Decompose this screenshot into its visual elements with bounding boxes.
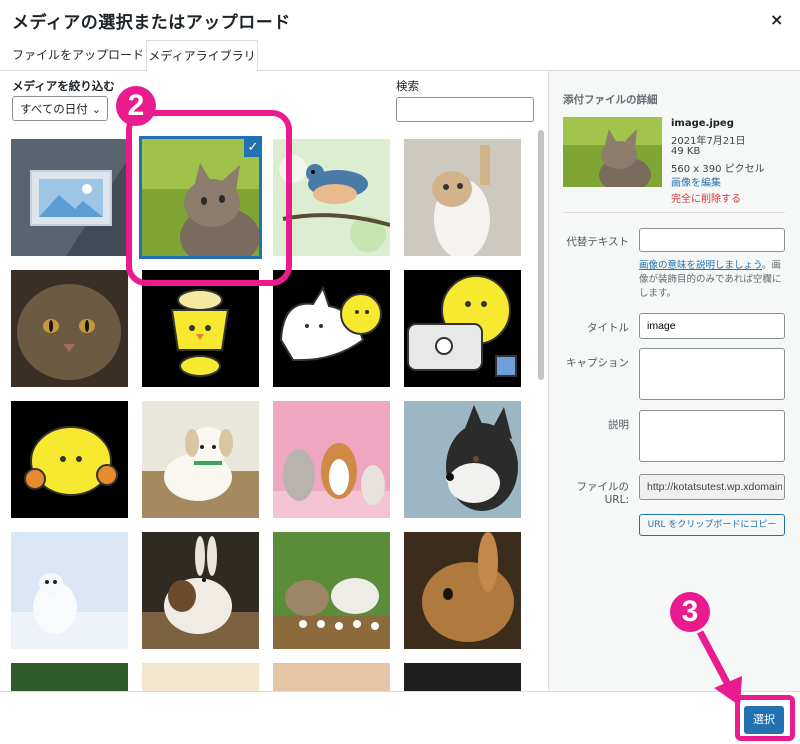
file-url-label-line1: ファイルの [576,481,630,493]
filter-label: メディアを絞り込む [12,79,115,93]
brown-rabbit-thumbnail-image [404,532,521,649]
edit-image-link[interactable]: 画像を編集 [671,174,721,189]
details-size: 49 KB [671,146,701,157]
description-label: 説明 [608,419,629,431]
media-item-kitten[interactable] [404,139,521,256]
dialog-title: メディアの選択またはアップロード [12,13,291,33]
date-filter-select[interactable]: すべての日付 ⌄ [12,96,108,121]
details-filename: image.jpeg [671,118,734,129]
step2-badge: 2 [116,86,156,126]
arctic-fox-thumbnail-image [11,532,128,649]
media-item-brown-rabbit[interactable] [404,532,521,649]
dialog-footer [0,691,800,744]
media-item-partial-1[interactable] [11,663,128,691]
details-divider [563,212,785,213]
media-item-partial-4[interactable] [404,663,521,691]
date-filter-value: すべての日付 [20,102,88,116]
image-placeholder-icon [30,159,128,256]
file-url-field[interactable] [639,474,785,500]
tabby-thumbnail-image [11,270,128,387]
media-item-cat-chick[interactable] [273,270,390,387]
kitten-thumbnail-image [404,139,521,256]
chevron-down-icon: ⌄ [91,103,101,116]
step2-highlight-box [126,110,292,286]
dogs-pink-thumbnail-image [273,401,390,518]
details-header: 添付ファイルの詳細 [563,94,658,106]
puppy-thumbnail-image [142,401,259,518]
media-item-dogs-pink[interactable] [273,401,390,518]
rabbits-flowers-thumbnail-image [273,532,390,649]
media-item-chick-lamp[interactable] [142,270,259,387]
caption-field[interactable] [639,348,785,400]
step3-badge: 3 [670,592,710,632]
search-input[interactable] [396,97,534,122]
husky-thumbnail-image [404,401,521,518]
rabbit-white-thumbnail-image [142,532,259,649]
title-field[interactable] [639,313,785,339]
alt-text-label: 代替テキスト [566,236,629,248]
media-item-rabbit-white[interactable] [142,532,259,649]
alt-text-help: 画像の意味を説明しましょう。画像が装飾目的のみであれば空欄にします。 [639,259,785,301]
details-cat-image [563,117,662,187]
copy-url-button[interactable]: URL をクリップボードにコピー [639,514,785,536]
chick-laptop-thumbnail-image [404,270,521,387]
alt-text-help-link[interactable]: 画像の意味を説明しましょう [639,260,762,271]
media-item-chick-laptop[interactable] [404,270,521,387]
search-label: 検索 [396,79,419,93]
details-date: 2021年7月21日 [671,136,746,147]
alt-text-field[interactable] [639,228,785,252]
title-label: タイトル [587,322,629,334]
step3-arrow-icon [696,630,742,706]
file-url-label: ファイルの URL: [563,479,630,506]
media-scrollbar[interactable] [538,130,544,380]
media-item-puppy[interactable] [142,401,259,518]
caption-label: キャプション [566,357,629,369]
media-item-husky[interactable] [404,401,521,518]
media-item-rabbits-flowers[interactable] [273,532,390,649]
media-item-partial-2[interactable] [142,663,259,691]
chick-flowers-thumbnail-image [11,401,128,518]
media-item-placeholder[interactable] [11,139,128,256]
tab-upload[interactable]: ファイルをアップロード [4,40,152,70]
details-dimensions: 560 x 390 ピクセル [671,164,765,175]
close-icon[interactable]: × [770,10,783,29]
description-field[interactable] [639,410,785,462]
file-url-label-line2: URL: [604,494,629,506]
media-item-chick-flowers[interactable] [11,401,128,518]
cat-chick-thumbnail-image [273,270,390,387]
chick-lamp-thumbnail-image [142,270,259,387]
media-item-arctic-fox[interactable] [11,532,128,649]
media-item-partial-3[interactable] [273,663,390,691]
tab-media-library[interactable]: メディアライブラリ [146,40,258,72]
details-thumbnail [563,117,662,187]
delete-permanently-link[interactable]: 完全に削除する [671,190,741,205]
media-item-tabby[interactable] [11,270,128,387]
